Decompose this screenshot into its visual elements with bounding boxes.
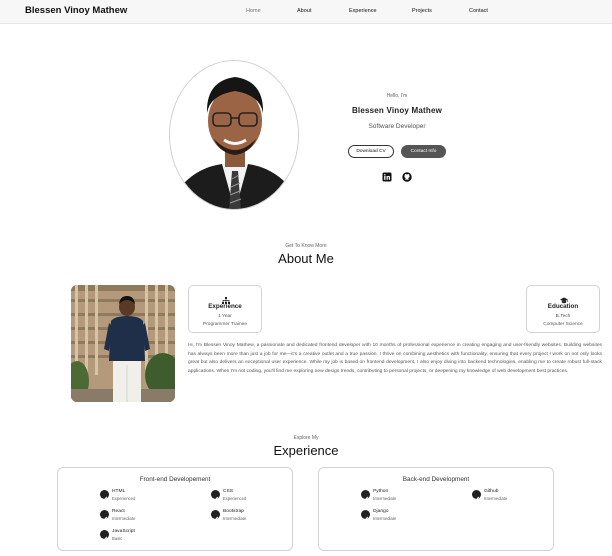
card-detail: Computer Science	[543, 322, 583, 327]
skill-item: HTML Experienced	[100, 489, 180, 501]
nav-link-about[interactable]: About	[297, 8, 311, 14]
skill-level: Basic	[112, 535, 123, 541]
nav-link-experience[interactable]: Experience	[349, 8, 377, 14]
hero-intro: Hello, I'm Blessen Vinoy Mathew Software…	[330, 90, 464, 130]
skill-name: Bootstrap	[223, 509, 244, 514]
card-detail: Programmer Trainee	[203, 322, 247, 327]
skill-name: React	[112, 509, 125, 514]
github-icon[interactable]	[402, 169, 412, 182]
check-circle-icon	[211, 510, 220, 521]
skill-name: JavaScript	[112, 529, 135, 534]
check-circle-icon	[361, 490, 370, 501]
check-circle-icon	[472, 490, 481, 501]
skill-level: Intermediate	[112, 515, 136, 521]
graduation-cap-icon	[560, 291, 568, 304]
skill-level: Intermediate	[373, 495, 397, 501]
contact-info-button[interactable]: Contact Info	[401, 145, 446, 158]
skill-item: Github Intermediate	[472, 489, 552, 501]
linkedin-icon[interactable]	[382, 169, 392, 182]
about-photo	[71, 285, 175, 402]
card-title: Education	[547, 303, 579, 310]
skill-item: Python Intermediate	[361, 489, 441, 501]
skill-name: Github	[484, 489, 499, 494]
hero-greeting: Hello, I'm	[386, 93, 408, 99]
hero-buttons: Download CV Contact Info	[348, 145, 448, 158]
skill-item: JavaScript Basic	[100, 529, 180, 541]
nav-links: Home About Experience Projects Contact	[0, 8, 612, 18]
skill-level: Intermediate	[373, 515, 397, 521]
experience-title: Experience	[273, 443, 339, 458]
check-circle-icon	[361, 510, 370, 521]
skill-level: Experienced	[112, 495, 136, 501]
nav-link-projects[interactable]: Projects	[412, 8, 432, 14]
about-title: About Me	[278, 251, 334, 266]
experience-card: Experience 1 Year Programmer Trainee	[188, 285, 262, 333]
hierarchy-icon	[222, 291, 230, 304]
skill-name: HTML	[112, 489, 126, 494]
backend-title: Back-end Development	[402, 476, 470, 483]
about-subtitle: Get To Know More	[285, 243, 327, 249]
skill-name: Python	[373, 489, 389, 494]
frontend-card: Front-end Developement HTML Experienced …	[57, 467, 293, 551]
skill-name: Django	[373, 509, 389, 514]
card-detail: 1 Year	[218, 314, 232, 319]
check-circle-icon	[100, 530, 109, 541]
education-card: Education B.Tech Computer Science	[526, 285, 600, 333]
check-circle-icon	[211, 490, 220, 501]
nav-link-contact[interactable]: Contact	[469, 8, 488, 14]
skill-level: Intermediate	[484, 495, 508, 501]
check-circle-icon	[100, 490, 109, 501]
card-detail: B.Tech	[555, 314, 571, 319]
skill-item: CSS Experienced	[211, 489, 291, 501]
about-description: Hi, I'm Blessen Vinoy Mathew, a passiona…	[188, 343, 602, 374]
skill-item: Bootstrap Intermediate	[211, 509, 291, 521]
skill-item: React Intermediate	[100, 509, 180, 521]
nav-link-home[interactable]: Home	[246, 8, 261, 14]
hero-role: Software Developer	[368, 123, 426, 130]
card-title: Experience	[208, 303, 242, 310]
navbar: Blessen Vinoy Mathew Home About Experien…	[0, 0, 612, 24]
profile-photo	[169, 60, 299, 210]
skill-name: CSS	[223, 489, 234, 494]
hero-name: Blessen Vinoy Mathew	[351, 106, 443, 115]
check-circle-icon	[100, 510, 109, 521]
skill-level: Intermediate	[223, 515, 247, 521]
frontend-title: Front-end Developement	[139, 476, 211, 483]
skill-level: Experienced	[223, 495, 247, 501]
download-cv-button[interactable]: Download CV	[348, 145, 394, 158]
skill-item: Django Intermediate	[361, 509, 441, 521]
backend-card: Back-end Development Python Intermediate…	[318, 467, 554, 551]
experience-subtitle: Explore My	[293, 435, 319, 441]
